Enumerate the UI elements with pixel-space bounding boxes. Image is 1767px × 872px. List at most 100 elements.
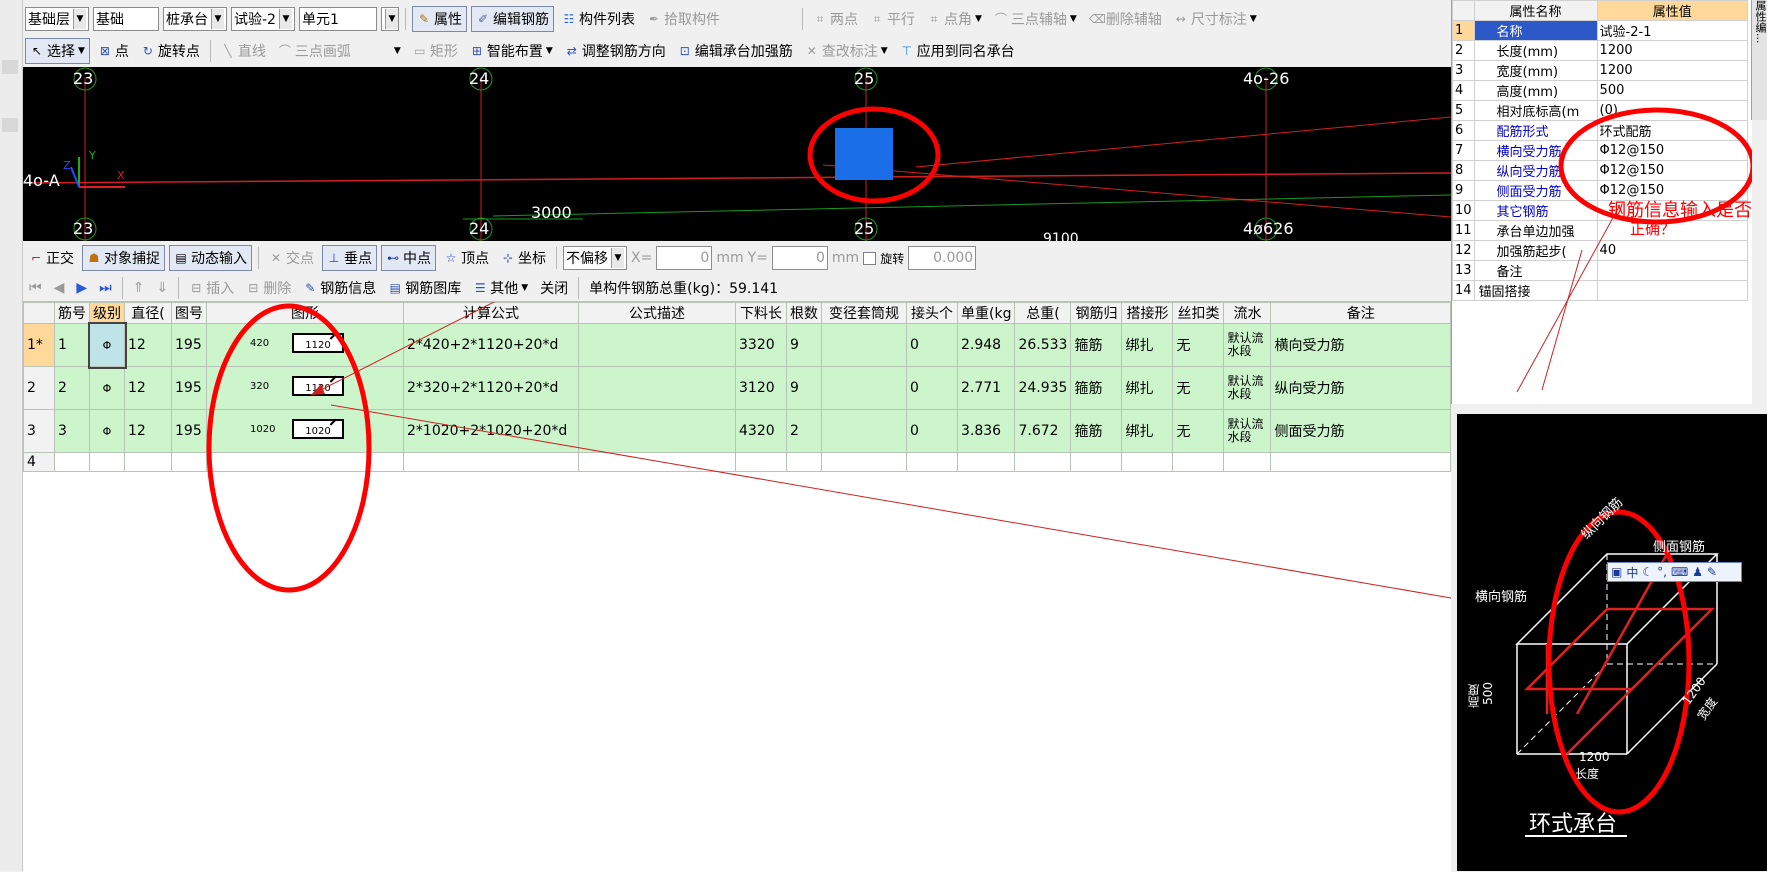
object-snap-button[interactable]: ☗ 对象捕捉 bbox=[82, 245, 165, 271]
next-record-button[interactable]: ▶ bbox=[72, 276, 91, 300]
ime-chinese-mode[interactable]: 中 bbox=[1626, 564, 1638, 581]
cell-unit_w[interactable]: 2.948 bbox=[956, 323, 1016, 367]
grid-header[interactable]: 公式描述 bbox=[578, 302, 736, 324]
property-row[interactable]: 1 名称 试验-2-1 bbox=[1452, 20, 1749, 41]
coordinate-snap-button[interactable]: ⊹ 坐标 bbox=[497, 246, 550, 270]
empty-cell[interactable] bbox=[956, 452, 1016, 472]
rebar-info-button[interactable]: ✎ 钢筋信息 bbox=[299, 276, 380, 300]
shape-cell[interactable]: 420 1120 bbox=[206, 323, 404, 367]
y-coordinate-input[interactable]: 0 bbox=[771, 246, 828, 270]
property-value[interactable]: 40 bbox=[1596, 240, 1749, 261]
cell-formula[interactable]: 2*320+2*1120+20*d bbox=[403, 366, 579, 410]
edit-rebar-button[interactable]: ✐ 编辑钢筋 bbox=[470, 6, 554, 32]
cell-unit_w[interactable]: 3.836 bbox=[956, 409, 1016, 453]
cell-desc[interactable] bbox=[578, 409, 736, 453]
first-record-button[interactable]: ⏮ bbox=[25, 276, 46, 300]
attribute-button[interactable]: ✎ 属性 bbox=[411, 6, 467, 32]
cell-dia[interactable]: 12 bbox=[124, 409, 172, 453]
property-row[interactable]: 3 宽度(mm) 1200 bbox=[1452, 60, 1749, 81]
component-name-select[interactable]: 试验-2 ▼ bbox=[231, 7, 295, 31]
cell-belong[interactable]: 箍筋 bbox=[1070, 366, 1123, 410]
property-row[interactable]: 7 横向受力筋 Φ12@150 bbox=[1452, 140, 1749, 161]
delete-axis-button[interactable]: ⌫ 删除辅轴 bbox=[1085, 7, 1166, 31]
table-row[interactable]: 3 3 Φ 12 195 1020 1020 2*1020+2*1020+20*d 4320 2 0… bbox=[23, 409, 1451, 453]
property-value[interactable]: 1200 bbox=[1596, 40, 1749, 61]
perpendicular-snap-button[interactable]: ⊥ 垂点 bbox=[322, 245, 377, 271]
type-select[interactable]: 桩承台 ▼ bbox=[163, 7, 227, 31]
point-button[interactable]: ⊠ 点 bbox=[94, 39, 133, 63]
moon-icon[interactable]: ☾ bbox=[1642, 565, 1653, 579]
ime-toolbar[interactable]: ▣ 中 ☾ °, ⌨ ♟ ✎ bbox=[1607, 562, 1742, 582]
grid-header[interactable]: 图号 bbox=[171, 302, 207, 324]
property-value[interactable]: 试验-2-1 bbox=[1596, 20, 1749, 41]
drawing-canvas[interactable]: 23 24 25 4o-26 23 24 25 4ø626 4o-A 3000 … bbox=[23, 67, 1451, 241]
property-row[interactable]: 2 长度(mm) 1200 bbox=[1452, 40, 1749, 61]
property-value[interactable]: 500 bbox=[1596, 80, 1749, 101]
unit-dropdown[interactable]: ▼ bbox=[380, 7, 399, 31]
vertex-snap-button[interactable]: ☆ 顶点 bbox=[440, 246, 493, 270]
row-number[interactable]: 4 bbox=[23, 452, 55, 472]
ortho-button[interactable]: ⌐ 正交 bbox=[25, 246, 78, 270]
empty-cell[interactable] bbox=[1121, 452, 1174, 472]
shape-cell[interactable]: 320 1120 bbox=[206, 366, 404, 410]
empty-cell[interactable] bbox=[1270, 452, 1451, 472]
property-row[interactable]: 5 相对底标高(m (0) bbox=[1452, 100, 1749, 121]
property-value[interactable]: 1200 bbox=[1596, 60, 1749, 81]
empty-cell[interactable] bbox=[124, 452, 172, 472]
cell-total_w[interactable]: 26.533 bbox=[1014, 323, 1072, 367]
unit-select[interactable]: 单元1 bbox=[298, 7, 377, 31]
cell-note[interactable]: 纵向受力筋 bbox=[1270, 366, 1451, 410]
property-value[interactable]: Φ12@150 bbox=[1596, 140, 1749, 161]
empty-cell[interactable] bbox=[821, 452, 907, 472]
empty-cell[interactable] bbox=[906, 452, 958, 472]
cell-count[interactable]: 9 bbox=[786, 366, 822, 410]
cell-lap[interactable]: 绑扎 bbox=[1121, 409, 1174, 453]
grid-header[interactable]: 备注 bbox=[1270, 302, 1451, 324]
three-point-arc-button[interactable]: ⌒ 三点画弧 ▼ bbox=[274, 39, 405, 63]
cell-joints[interactable]: 0 bbox=[906, 366, 958, 410]
punctuation-icon[interactable]: °, bbox=[1657, 565, 1667, 579]
property-row[interactable]: 11 承台单边加强 bbox=[1452, 220, 1749, 241]
cell-desc[interactable] bbox=[578, 366, 736, 410]
left-strip-tab[interactable] bbox=[2, 60, 18, 74]
grid-header[interactable]: 计算公式 bbox=[403, 302, 579, 324]
empty-cell[interactable] bbox=[735, 452, 787, 472]
adjust-rebar-direction-button[interactable]: ⇄ 调整钢筋方向 bbox=[561, 39, 670, 63]
cell-no[interactable]: 2 bbox=[54, 366, 90, 410]
cell-total_w[interactable]: 7.672 bbox=[1014, 409, 1072, 453]
insert-button[interactable]: ⊟ 插入 bbox=[185, 276, 238, 300]
grid-header[interactable]: 级别 bbox=[89, 302, 125, 324]
point-angle-button[interactable]: ⌗ 点角 ▼ bbox=[923, 7, 986, 31]
midpoint-snap-button[interactable]: ⊷ 中点 bbox=[381, 245, 436, 271]
cell-joints[interactable]: 0 bbox=[906, 409, 958, 453]
row-number[interactable]: 1* bbox=[23, 323, 55, 367]
cell-belong[interactable]: 箍筋 bbox=[1070, 323, 1123, 367]
grid-header[interactable]: 下料长 bbox=[735, 302, 787, 324]
last-record-button[interactable]: ⏭ bbox=[95, 276, 116, 300]
rectangle-button[interactable]: ▭ 矩形 bbox=[409, 39, 462, 63]
table-row[interactable]: 4 bbox=[23, 452, 1451, 472]
grid-header[interactable]: 丝扣类 bbox=[1172, 302, 1225, 324]
cell-no[interactable]: 3 bbox=[54, 409, 90, 453]
property-value[interactable] bbox=[1596, 260, 1749, 281]
cell-count[interactable]: 2 bbox=[786, 409, 822, 453]
empty-cell[interactable] bbox=[578, 452, 736, 472]
table-row[interactable]: 2 2 Φ 12 195 320 1120 2*320+2*1120+20*d 3120 9 0 2.… bbox=[23, 366, 1451, 410]
user-icon[interactable]: ♟ bbox=[1692, 565, 1703, 579]
grid-header[interactable]: 钢筋归 bbox=[1070, 302, 1123, 324]
cell-no[interactable]: 1 bbox=[54, 323, 90, 367]
cell-joints[interactable]: 0 bbox=[906, 323, 958, 367]
smart-layout-button[interactable]: ⊞ 智能布置 ▼ bbox=[466, 39, 557, 63]
cell-note[interactable]: 横向受力筋 bbox=[1270, 323, 1451, 367]
cell-grade[interactable]: Φ bbox=[89, 409, 125, 453]
cell-flow[interactable]: 默认流水段 bbox=[1223, 366, 1272, 410]
offset-select[interactable]: 不偏移 ▼ bbox=[563, 246, 627, 270]
cell-sleeve[interactable] bbox=[821, 409, 907, 453]
grid-header[interactable]: 根数 bbox=[786, 302, 822, 324]
empty-cell[interactable] bbox=[89, 452, 125, 472]
pick-component-button[interactable]: ✒ 拾取构件 bbox=[643, 7, 724, 31]
grid-header[interactable]: 接头个 bbox=[906, 302, 958, 324]
rotate-checkbox[interactable] bbox=[863, 251, 877, 265]
close-button[interactable]: 关闭 bbox=[536, 276, 572, 300]
cell-count[interactable]: 9 bbox=[786, 323, 822, 367]
